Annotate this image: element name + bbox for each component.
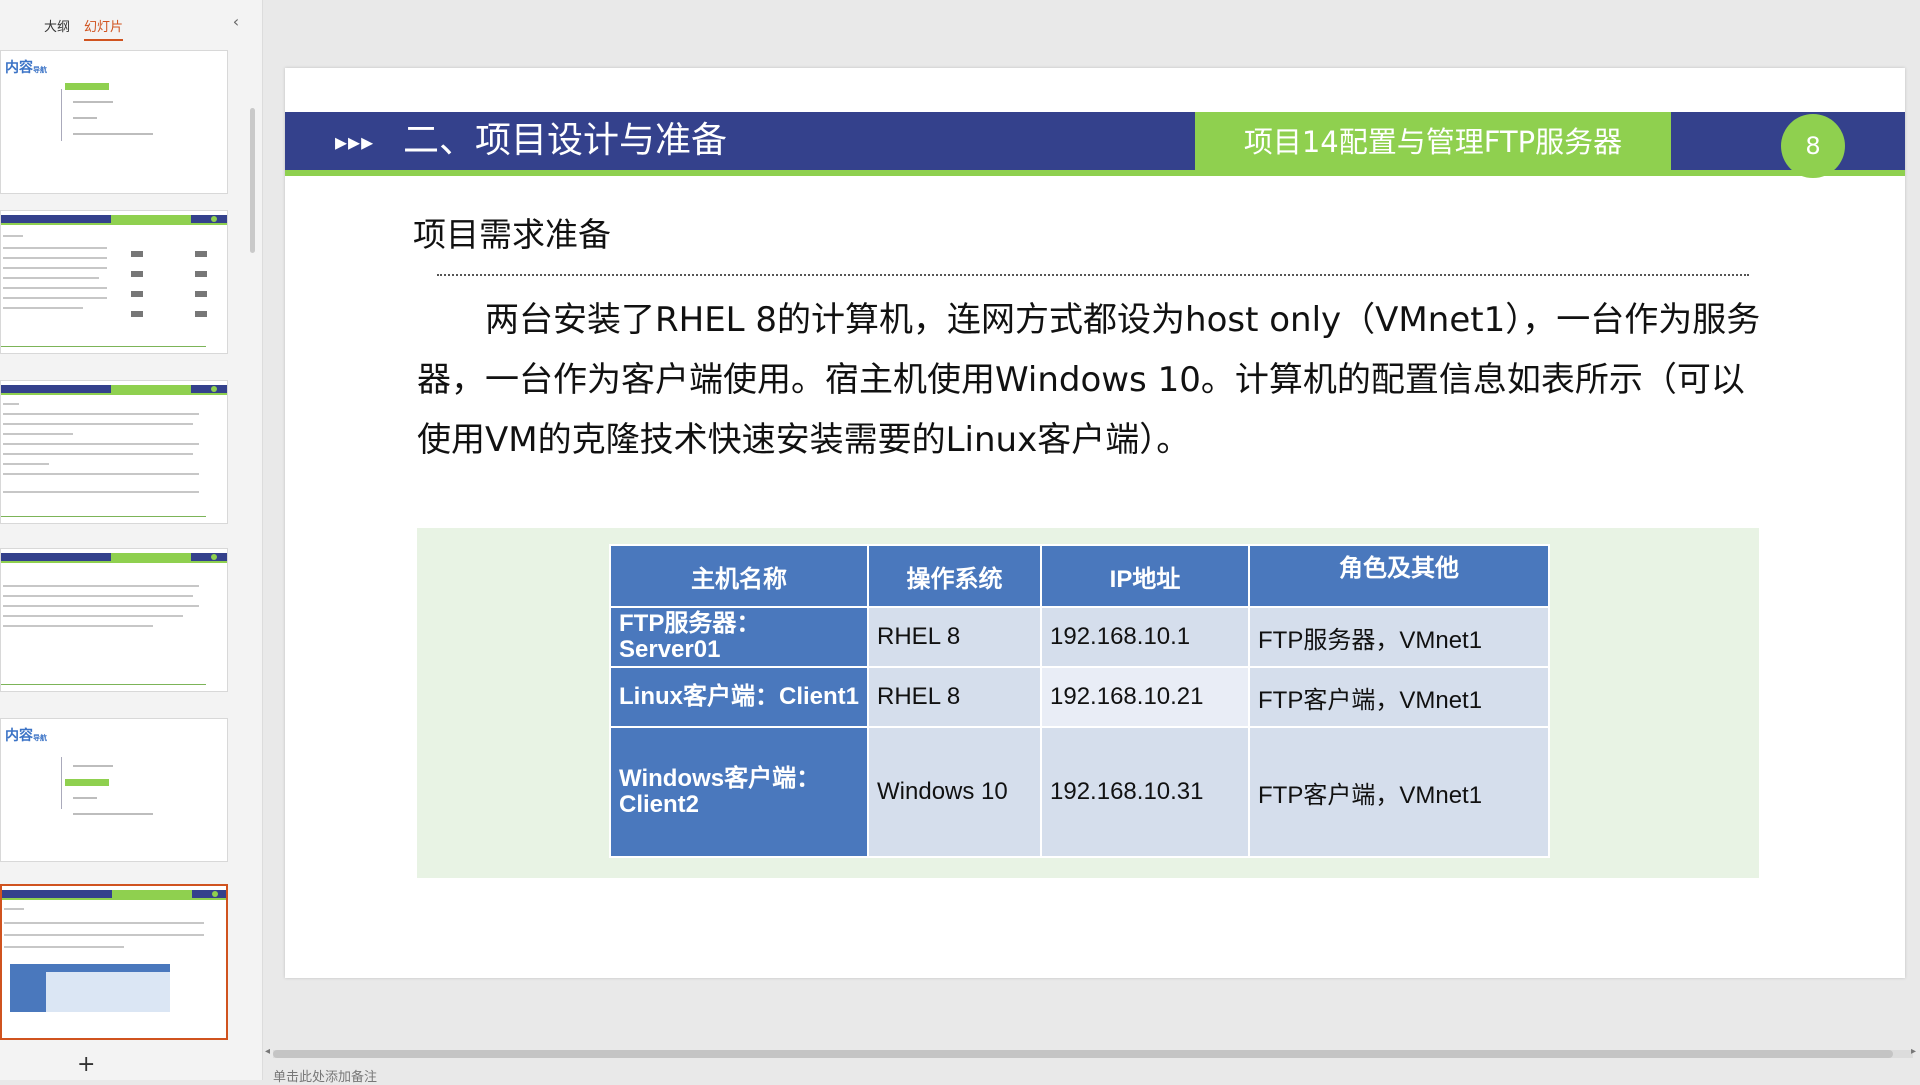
scroll-left-arrow-icon[interactable]: ◂ — [265, 1046, 270, 1057]
plus-icon[interactable]: + — [77, 1052, 95, 1077]
cell-os: RHEL 8 — [867, 666, 1043, 728]
slide-thumbnail-7[interactable]: 内容导航 — [0, 718, 228, 862]
triple-arrow-icon: ▸▸▸ — [335, 128, 375, 156]
cell-ip: 192.168.10.1 — [1040, 606, 1251, 668]
pane-tabs: 大纲 幻灯片 — [44, 16, 124, 41]
table-row: Linux客户端：Client1 RHEL 8 192.168.10.21 FT… — [608, 666, 1551, 728]
dotted-divider — [437, 274, 1749, 276]
slide-thumbnail-pane: 大纲 幻灯片 ‹ 内容导航 内容导航 + — [0, 0, 263, 1080]
table-header-row: 主机名称 操作系统 IP地址 角色及其他 — [608, 544, 1551, 608]
slide-thumbnail-3[interactable]: 内容导航 — [0, 50, 228, 194]
cell-role: FTP客户端，VMnet1 — [1248, 726, 1551, 858]
scroll-right-arrow-icon[interactable]: ▸ — [1911, 1046, 1916, 1057]
header-role: 角色及其他 — [1248, 544, 1551, 608]
cell-host: Windows客户端：Client2 — [608, 726, 870, 858]
project-title-block: 项目14配置与管理FTP服务器 — [1195, 112, 1671, 176]
slide-thumbnail-5[interactable] — [0, 380, 228, 524]
table-row: Windows客户端：Client2 Windows 10 192.168.10… — [608, 726, 1551, 858]
host-config-table: 主机名称 操作系统 IP地址 角色及其他 FTP服务器：Server01 RHE… — [608, 544, 1551, 858]
tab-slides[interactable]: 幻灯片 — [84, 16, 124, 41]
requirements-paragraph: 两台安装了RHEL 8的计算机，连网方式都设为host only（VMnet1）… — [417, 300, 1761, 460]
notes-placeholder[interactable]: 单击此处添加备注 — [273, 1066, 377, 1085]
project-subtitle: 项目14配置与管理FTP服务器 — [1243, 125, 1623, 159]
table-row: FTP服务器：Server01 RHEL 8 192.168.10.1 FTP服… — [608, 606, 1551, 668]
slide-thumbnail-8-selected[interactable] — [0, 884, 228, 1040]
page-number-badge: 8 — [1781, 114, 1845, 178]
slide-thumbnail-6[interactable] — [0, 548, 228, 692]
cell-os: RHEL 8 — [867, 606, 1043, 668]
header-os: 操作系统 — [867, 544, 1043, 608]
slide-header-title: 二、项目设计与准备 — [403, 120, 728, 161]
cell-role: FTP客户端，VMnet1 — [1248, 666, 1551, 728]
chevron-left-icon[interactable]: ‹ — [228, 12, 244, 32]
section-title: 项目需求准备 — [413, 215, 611, 254]
scrollbar-thumb[interactable] — [273, 1050, 1893, 1058]
header-green-underline — [285, 170, 1905, 176]
tab-outline[interactable]: 大纲 — [44, 16, 70, 41]
thumbnail-scrollbar[interactable] — [250, 108, 255, 253]
cell-role: FTP服务器，VMnet1 — [1248, 606, 1551, 668]
cell-host: FTP服务器：Server01 — [608, 606, 870, 668]
header-hostname: 主机名称 — [608, 544, 870, 608]
horizontal-scrollbar[interactable] — [273, 1050, 1913, 1058]
current-slide[interactable]: ▸▸▸ 二、项目设计与准备 项目14配置与管理FTP服务器 8 项目需求准备 两… — [285, 68, 1905, 978]
thumb-content-title: 内容导航 — [5, 60, 47, 76]
cell-os: Windows 10 — [867, 726, 1043, 858]
cell-ip: 192.168.10.21 — [1040, 666, 1251, 728]
slide-header-bar: ▸▸▸ 二、项目设计与准备 项目14配置与管理FTP服务器 — [285, 112, 1905, 176]
slide-editor: ▸▸▸ 二、项目设计与准备 项目14配置与管理FTP服务器 8 项目需求准备 两… — [263, 0, 1920, 1085]
slide-thumbnail-4[interactable] — [0, 210, 228, 354]
cell-ip: 192.168.10.31 — [1040, 726, 1251, 858]
cell-host: Linux客户端：Client1 — [608, 666, 870, 728]
thumb-content-title-2: 内容导航 — [5, 728, 47, 744]
header-ip: IP地址 — [1040, 544, 1251, 608]
